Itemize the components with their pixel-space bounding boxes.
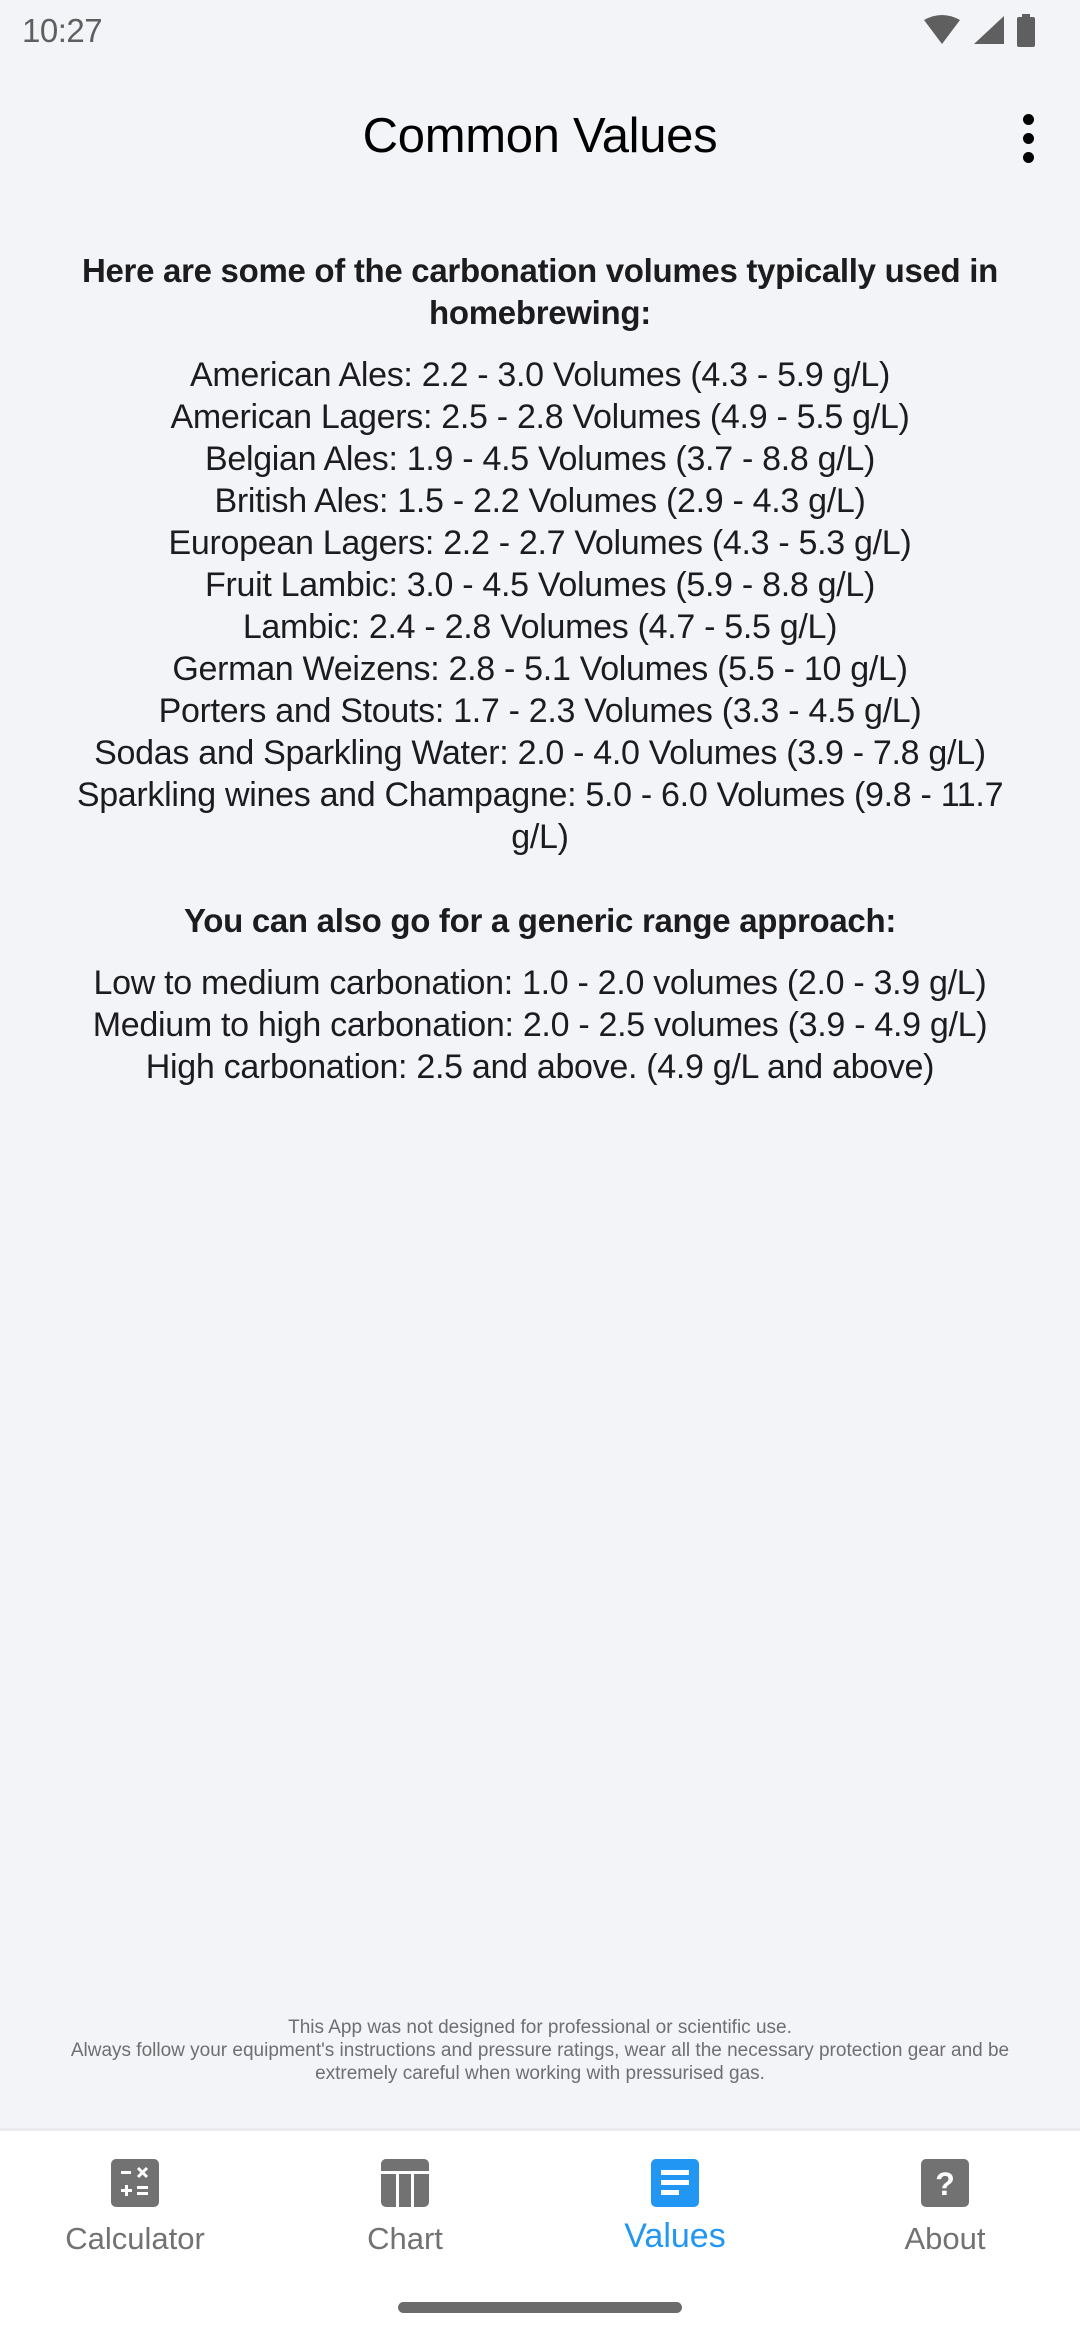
list-item: Porters and Stouts: 1.7 - 2.3 Volumes (3… (158, 692, 922, 730)
list-item: German Weizens: 2.8 - 5.1 Volumes (5.5 -… (172, 650, 908, 688)
help-icon: ? (921, 2159, 969, 2207)
nav-label: Values (624, 2217, 726, 2255)
status-bar: 10:27 (0, 0, 1080, 62)
generic-ranges-list: Low to medium carbonation: 1.0 - 2.0 vol… (40, 962, 1040, 1088)
nav-tab-calculator[interactable]: Calculator (0, 2159, 270, 2257)
app-bar: Common Values (0, 92, 1080, 182)
nav-label: About (904, 2221, 986, 2256)
disclaimer-line-2: Always follow your equipment's instructi… (70, 2040, 1010, 2084)
list-item: Belgian Ales: 1.9 - 4.5 Volumes (3.7 - 8… (204, 440, 876, 478)
content: Here are some of the carbonation volumes… (40, 250, 1040, 1088)
section-heading-styles: Here are some of the carbonation volumes… (81, 252, 999, 331)
wifi-icon (924, 15, 960, 44)
nav-tab-chart[interactable]: Chart (270, 2159, 540, 2257)
more-options-button[interactable] (1006, 110, 1050, 166)
list-item: High carbonation: 2.5 and above. (4.9 g/… (145, 1048, 935, 1086)
more-vert-icon-dot (1022, 151, 1034, 163)
status-icons (922, 14, 1036, 48)
nav-tab-values[interactable]: Values (540, 2159, 810, 2256)
list-item: Medium to high carbonation: 2.0 - 2.5 vo… (92, 1006, 988, 1044)
svg-text:?: ? (935, 2166, 955, 2202)
list-item: Sodas and Sparkling Water: 2.0 - 4.0 Vol… (94, 734, 986, 772)
list-item: Fruit Lambic: 3.0 - 4.5 Volumes (5.9 - 8… (205, 566, 875, 604)
more-vert-icon-dot (1022, 132, 1034, 144)
signal-icon (974, 16, 1004, 44)
nav-label: Chart (367, 2221, 443, 2256)
list-item: Low to medium carbonation: 1.0 - 2.0 vol… (93, 964, 987, 1002)
disclaimer-line-1: This App was not designed for profession… (288, 2017, 792, 2038)
nav-label: Calculator (65, 2221, 205, 2256)
more-vert-icon-dot (1022, 113, 1034, 125)
beer-styles-list: American Ales: 2.2 - 3.0 Volumes (4.3 - … (40, 354, 1040, 858)
status-time: 10:27 (22, 12, 103, 49)
section-heading-generic: You can also go for a generic range appr… (183, 902, 897, 939)
list-item: Sparkling wines and Champagne: 5.0 - 6.0… (76, 776, 1004, 856)
list-item: American Lagers: 2.5 - 2.8 Volumes (4.9 … (170, 398, 910, 436)
home-indicator[interactable] (398, 2302, 682, 2313)
page-title: Common Values (362, 109, 718, 163)
disclaimer: This App was not designed for profession… (40, 2016, 1040, 2085)
values-list-icon (651, 2159, 699, 2207)
list-item: Lambic: 2.4 - 2.8 Volumes (4.7 - 5.5 g/L… (242, 608, 838, 646)
list-item: European Lagers: 2.2 - 2.7 Volumes (4.3 … (168, 524, 912, 562)
nav-tab-about[interactable]: ? About (810, 2159, 1080, 2257)
list-item: American Ales: 2.2 - 3.0 Volumes (4.3 - … (190, 356, 890, 394)
list-item: British Ales: 1.5 - 2.2 Volumes (2.9 - 4… (214, 482, 866, 520)
chart-icon (381, 2159, 429, 2207)
calculator-icon (111, 2159, 159, 2207)
battery-icon (1017, 14, 1035, 47)
